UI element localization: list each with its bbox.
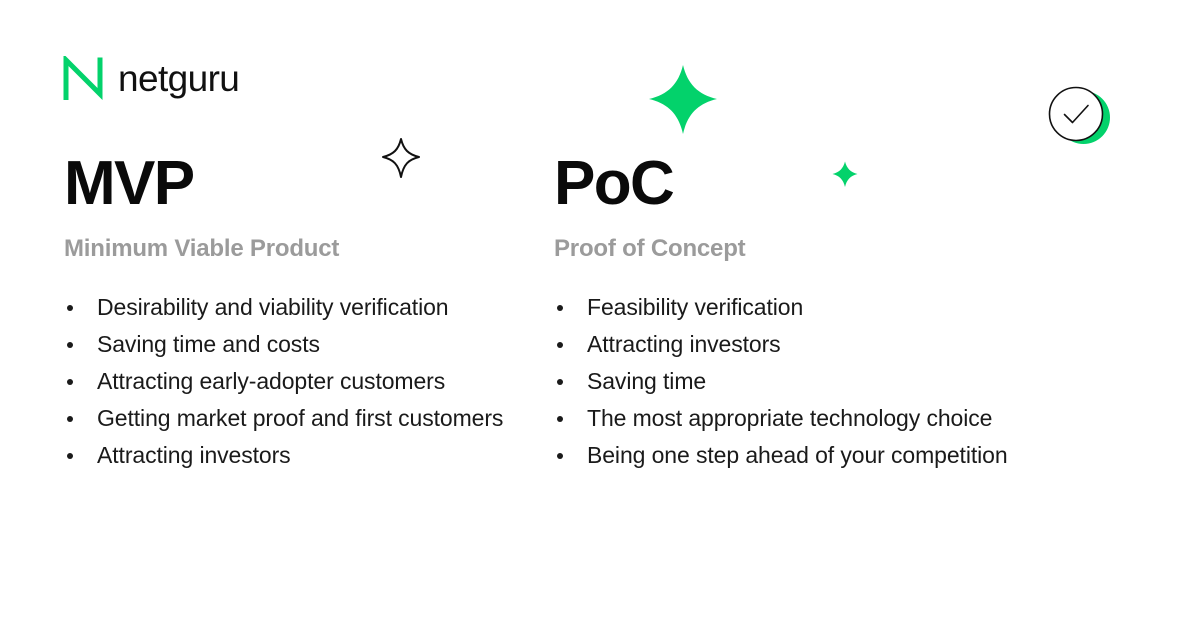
bullet-list-poc: Feasibility verification Attracting inve… bbox=[554, 289, 1024, 474]
list-item: Getting market proof and first customers bbox=[64, 400, 534, 437]
list-item: Attracting investors bbox=[64, 437, 534, 474]
four-point-star-filled-icon bbox=[649, 65, 717, 134]
list-item: The most appropriate technology choice bbox=[554, 400, 1024, 437]
netguru-logo: netguru bbox=[62, 56, 240, 100]
slide-canvas: netguru MVP Minimum Viable Product Desir… bbox=[0, 0, 1200, 630]
column-mvp: MVP Minimum Viable Product Desirability … bbox=[64, 152, 534, 474]
column-title-poc: PoC bbox=[554, 149, 675, 218]
netguru-n-mark-icon bbox=[63, 56, 103, 100]
check-badge-ring bbox=[1048, 86, 1104, 142]
list-item: Desirability and viability verification bbox=[64, 289, 534, 326]
column-poc: PoC Proof of Concept Feasibility verific… bbox=[554, 152, 1024, 474]
list-item: Attracting investors bbox=[554, 326, 1024, 363]
list-item: Saving time and costs bbox=[64, 326, 534, 363]
column-subtitle-poc: Proof of Concept bbox=[554, 235, 746, 263]
netguru-wordmark: netguru bbox=[118, 57, 240, 99]
column-title-mvp: MVP bbox=[64, 149, 195, 218]
column-subtitle-mvp: Minimum Viable Product bbox=[64, 235, 340, 263]
list-item: Being one step ahead of your competition bbox=[554, 437, 1024, 474]
list-item: Feasibility verification bbox=[554, 289, 1024, 326]
check-circle-icon bbox=[1048, 86, 1110, 148]
bullet-list-mvp: Desirability and viability verification … bbox=[64, 289, 534, 474]
list-item: Saving time bbox=[554, 363, 1024, 400]
list-item: Attracting early-adopter customers bbox=[64, 363, 534, 400]
